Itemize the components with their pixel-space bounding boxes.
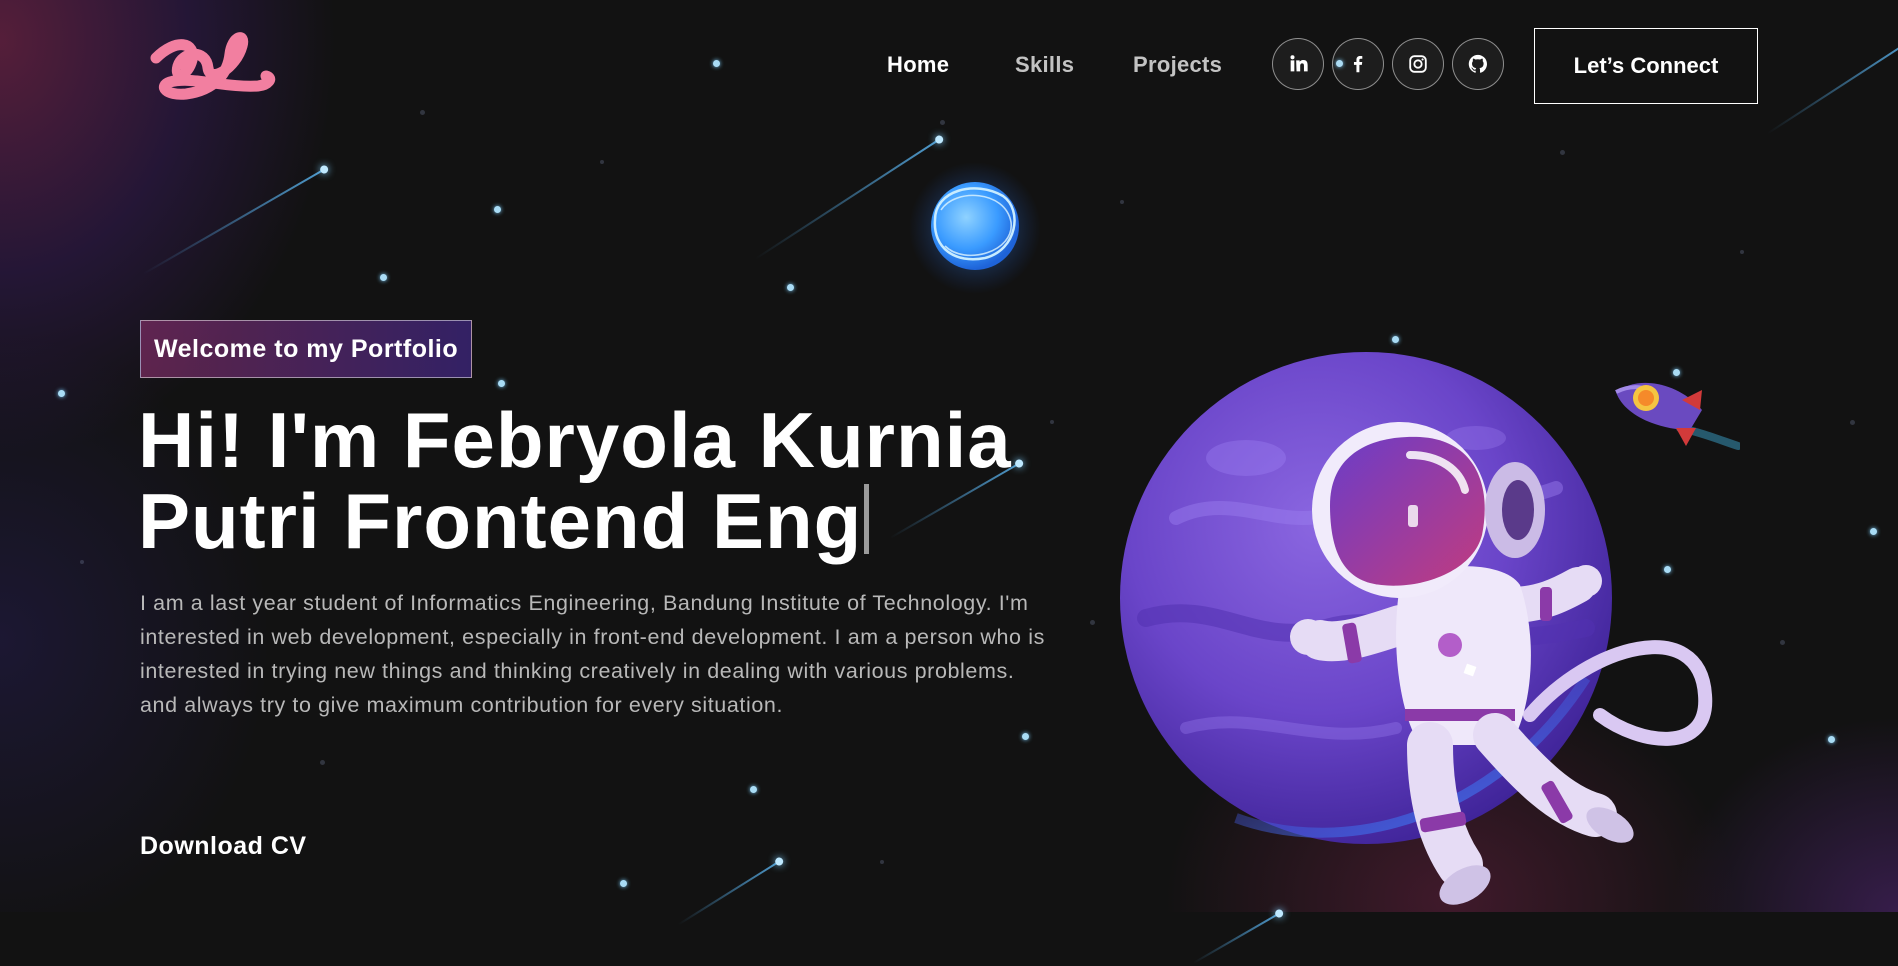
star-dust (940, 120, 945, 125)
linkedin-icon (1290, 55, 1308, 72)
star-dust (1850, 420, 1855, 425)
headline-line-1: Hi! I'm Febryola Kurnia (138, 396, 1012, 484)
star-dust (420, 110, 425, 115)
lets-connect-button[interactable]: Let’s Connect (1534, 28, 1758, 104)
logo[interactable] (146, 28, 276, 108)
star-dust (1740, 250, 1744, 254)
star-dust (1090, 620, 1095, 625)
star (750, 786, 757, 793)
meteor (142, 168, 326, 275)
star-dust (600, 160, 604, 164)
pink-script-logo-icon (150, 32, 276, 100)
nav-link-projects[interactable]: Projects (1133, 52, 1222, 78)
star-dust (1560, 150, 1565, 155)
star (787, 284, 794, 291)
nav-link-skills[interactable]: Skills (1015, 52, 1074, 78)
github-icon (1468, 54, 1487, 73)
star-dust (320, 760, 325, 765)
star (58, 390, 65, 397)
nav-link-home[interactable]: Home (887, 52, 949, 78)
download-cv-button[interactable]: Download CV (140, 832, 307, 861)
star (498, 380, 505, 387)
star (1828, 736, 1835, 743)
star (1392, 336, 1399, 343)
facebook-icon (1353, 56, 1363, 73)
rocket (1615, 382, 1740, 450)
meteor (1192, 912, 1281, 964)
hero-headline: Hi! I'm Febryola Kurnia Putri Frontend E… (138, 400, 1098, 562)
meteor (677, 860, 781, 926)
headline-line-2: Putri Frontend Eng (138, 477, 863, 565)
star (494, 206, 501, 213)
typing-cursor (864, 484, 870, 554)
star (1870, 528, 1877, 535)
meteor (1766, 40, 1898, 135)
star-dust (1120, 200, 1124, 204)
star (1022, 733, 1029, 740)
linkedin-button[interactable] (1272, 38, 1324, 90)
star-dust (1780, 640, 1785, 645)
hero-bio: I am a last year student of Informatics … (140, 591, 1045, 717)
star-dust (80, 560, 84, 564)
blue-glowing-planet (909, 162, 1041, 294)
star (713, 60, 720, 67)
star (620, 880, 627, 887)
github-button[interactable] (1452, 38, 1504, 90)
astronaut (1290, 422, 1713, 905)
instagram-button[interactable] (1392, 38, 1444, 90)
instagram-icon (1409, 55, 1427, 73)
star (380, 274, 387, 281)
facebook-button[interactable] (1332, 38, 1384, 90)
welcome-tagline: Welcome to my Portfolio (140, 320, 473, 378)
star-dust (880, 860, 884, 864)
